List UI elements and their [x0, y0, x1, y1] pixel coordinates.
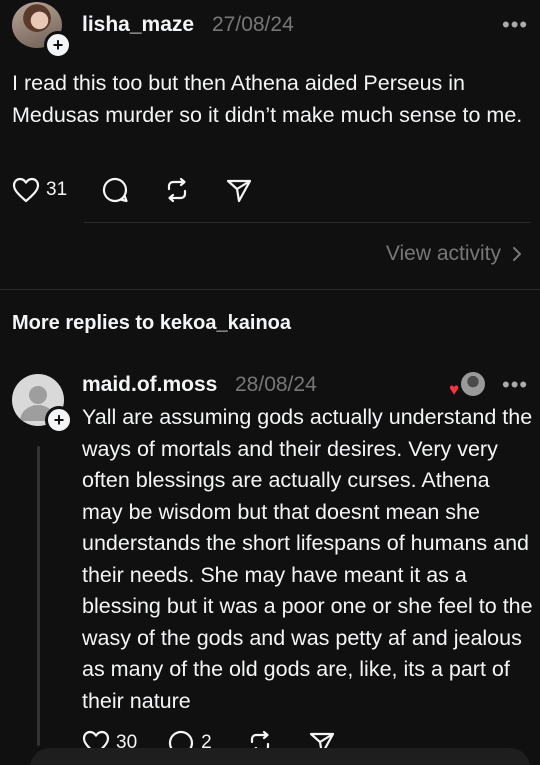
share-icon	[227, 179, 252, 203]
author-liked-heart-icon: ♥	[449, 380, 460, 399]
divider	[84, 222, 530, 223]
bottom-sheet-edge	[30, 748, 530, 765]
more-dots-icon[interactable]: •••	[502, 372, 528, 398]
post-text: I read this too but then Athena aided Pe…	[12, 71, 523, 127]
threads-page: + lisha_maze 27/08/24 ••• I read this to…	[0, 0, 540, 765]
comment-button[interactable]	[101, 176, 129, 204]
post-date: 28/08/24	[235, 373, 317, 396]
more-dots-icon[interactable]: •••	[502, 12, 528, 38]
liker-avatar[interactable]	[461, 372, 485, 396]
post-actions: 31	[12, 176, 253, 204]
repost-icon	[168, 177, 187, 203]
follow-plus-icon[interactable]: +	[44, 31, 72, 59]
comment-icon	[103, 177, 128, 203]
chevron-right-icon	[513, 247, 521, 261]
post-text: Yall are assuming gods actually understa…	[82, 405, 533, 713]
like-button[interactable]: 31	[12, 177, 67, 203]
view-activity-link[interactable]: View activity	[386, 242, 524, 266]
username[interactable]: lisha_maze	[82, 13, 194, 37]
section-title: More replies to kekoa_kainoa	[12, 312, 292, 334]
heart-icon	[12, 177, 40, 203]
username[interactable]: maid.of.moss	[82, 373, 217, 397]
like-count: 31	[46, 179, 68, 200]
reply-post: + lisha_maze 27/08/24 ••• I read this to…	[0, 0, 540, 290]
follow-plus-icon[interactable]: +	[45, 406, 73, 434]
thread-line	[37, 446, 40, 746]
post-date: 27/08/24	[212, 13, 294, 36]
share-button[interactable]	[225, 176, 253, 204]
repost-button[interactable]	[163, 176, 191, 204]
section-divider	[0, 289, 540, 290]
view-activity-label: View activity	[385, 242, 501, 265]
